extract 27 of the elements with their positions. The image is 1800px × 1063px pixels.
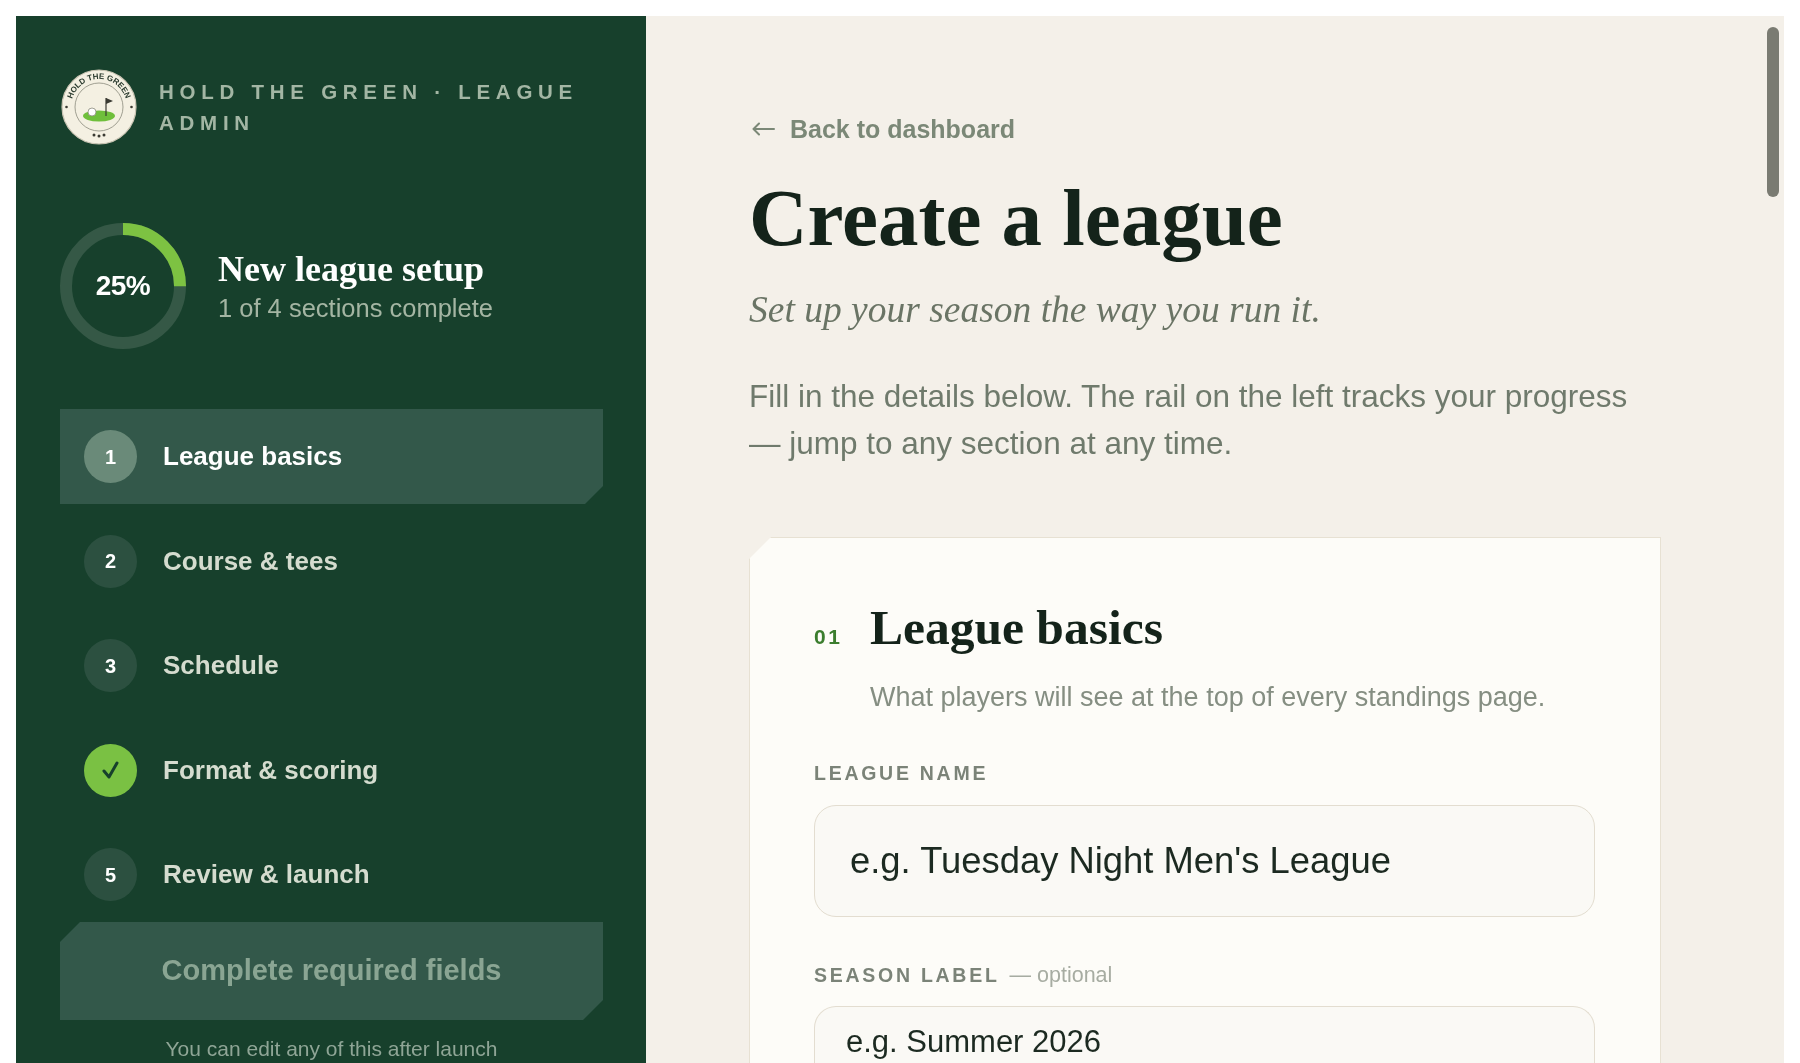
brand-name: HOLD THE GREEN · LEAGUE ADMIN xyxy=(159,79,580,136)
optional-hint: — optional xyxy=(1009,963,1113,987)
input-field[interactable]: e.g. Summer 2026 xyxy=(814,1006,1595,1063)
section-title: League basics xyxy=(870,600,1163,656)
input-field[interactable]: e.g. Tuesday Night Men's League xyxy=(814,805,1595,917)
step-number: 3 xyxy=(84,639,137,692)
step-number: 2 xyxy=(84,534,137,588)
setup-title: New league setup xyxy=(218,249,485,289)
section-description: What players will see at the top of every standings page. xyxy=(870,681,1547,714)
step-tab[interactable]: 5 Review & launch xyxy=(60,827,603,922)
page-subtitle: Set up your season the way you run it. xyxy=(749,288,1322,332)
step-number: 5 xyxy=(84,848,137,901)
arrow-left-icon xyxy=(752,122,775,136)
section-number: 01 xyxy=(814,624,844,650)
setup-status: 1 of 4 sections complete xyxy=(218,293,493,323)
step-number: 1 xyxy=(84,430,137,483)
page-title: Create a league xyxy=(749,174,1284,262)
progress-percent: 25% xyxy=(95,270,151,302)
step-tab[interactable]: 3 Schedule xyxy=(60,618,603,713)
field-label: SEASON LABEL xyxy=(814,963,1000,987)
helper-note: You can edit any of this after launch xyxy=(164,1037,499,1061)
step-tab[interactable]: 2 Course & tees xyxy=(60,513,603,609)
intro-text: Fill in the details below. The rail on the left tracks your progress — jump to any section at any time. xyxy=(749,377,1629,463)
scrollbar-thumb[interactable] xyxy=(1767,27,1779,197)
step-tab[interactable]: Format & scoring xyxy=(60,722,603,818)
field-label: LEAGUE NAME xyxy=(814,761,989,785)
step-tab[interactable]: 1 League basics xyxy=(60,409,603,504)
